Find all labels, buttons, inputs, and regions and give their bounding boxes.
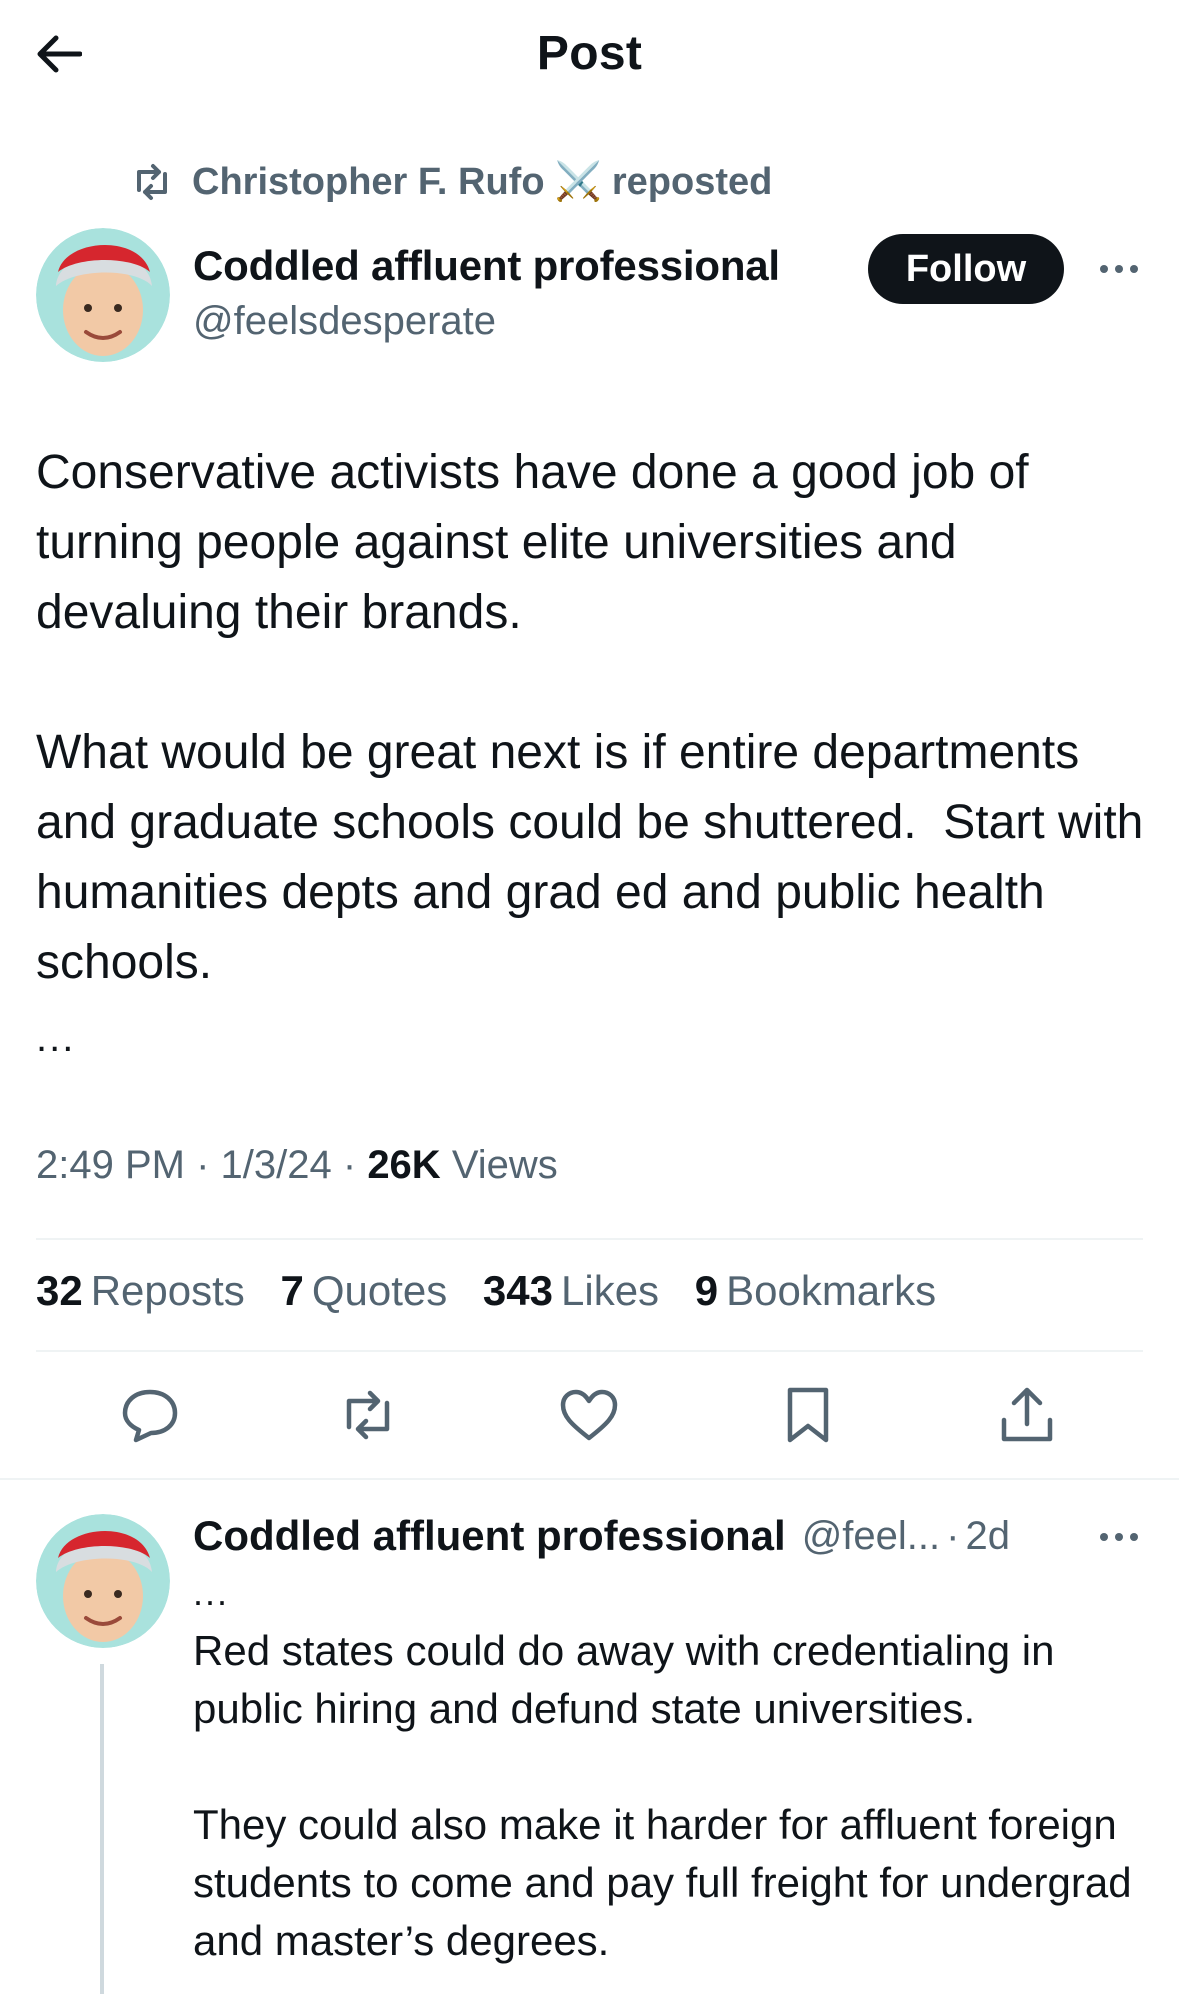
reply-truncation-ellipsis: ...	[193, 1572, 230, 1613]
reposted-label: reposted	[611, 160, 773, 203]
likes-stat[interactable]: 343 Likes	[483, 1267, 659, 1315]
like-button[interactable]	[554, 1380, 624, 1450]
divider	[36, 1238, 1143, 1240]
more-options-button[interactable]	[1088, 246, 1150, 292]
reply-body: Red states could do away with credential…	[193, 1622, 1153, 1970]
engagement-stats: 32 Reposts 7 Quotes 343 Likes 9 Bookmarks	[36, 1267, 960, 1315]
thread-line	[100, 1664, 104, 1994]
repost-button[interactable]	[333, 1380, 403, 1450]
crossed-swords-icon: ⚔️	[554, 161, 602, 203]
reply-icon	[122, 1389, 178, 1443]
reply-paragraph: Red states could do away with credential…	[193, 1627, 1067, 1732]
post-date: 1/3/24	[220, 1143, 332, 1187]
bookmarks-count: 9	[694, 1267, 719, 1314]
author-name[interactable]: Coddled affluent professional	[193, 242, 780, 290]
avatar-image	[36, 228, 170, 362]
reply-paragraph: They could also make it harder for afflu…	[193, 1801, 1144, 1964]
quotes-stat[interactable]: 7 Quotes	[280, 1267, 447, 1315]
likes-label: Likes	[561, 1267, 660, 1314]
more-icon	[1100, 265, 1138, 273]
reposts-count: 32	[36, 1267, 83, 1314]
likes-count: 343	[482, 1267, 553, 1314]
views-count: 26K	[367, 1143, 441, 1187]
separator-dot: ·	[196, 1143, 221, 1187]
share-button[interactable]	[992, 1380, 1062, 1450]
author-handle[interactable]: @feelsdesperate	[193, 299, 496, 344]
divider	[36, 1350, 1143, 1352]
views-label[interactable]: Views	[452, 1143, 558, 1187]
repost-attribution[interactable]: Christopher F. Rufo ⚔️ reposted	[130, 157, 772, 207]
bookmark-button[interactable]	[773, 1380, 843, 1450]
like-icon	[560, 1389, 618, 1441]
quotes-label: Quotes	[311, 1267, 448, 1314]
repost-icon	[346, 1390, 390, 1440]
top-bar: Post	[0, 0, 1179, 110]
reply-age[interactable]: 2d	[965, 1514, 1010, 1559]
section-divider	[0, 1478, 1179, 1480]
reply-author-handle[interactable]: @feel...	[802, 1514, 940, 1559]
post-body: Conservative activists have done a good …	[36, 438, 1146, 998]
page-title: Post	[536, 27, 643, 80]
reposts-stat[interactable]: 32 Reposts	[36, 1267, 245, 1315]
reposter-name[interactable]: Christopher F. Rufo	[192, 161, 545, 204]
reply-button[interactable]	[115, 1380, 185, 1450]
post-metadata: 2:49 PM · 1/3/24 · 26K Views	[36, 1143, 558, 1188]
share-icon	[1001, 1387, 1053, 1442]
quotes-count: 7	[280, 1267, 304, 1314]
repost-icon	[137, 164, 167, 200]
reply-avatar[interactable]	[36, 1514, 170, 1648]
separator-dot: ·	[342, 1143, 368, 1187]
bookmarks-label: Bookmarks	[726, 1267, 937, 1314]
reply-header: Coddled affluent professional @feel... ·…	[193, 1508, 1010, 1564]
action-bar	[0, 1380, 1179, 1460]
bookmark-icon	[787, 1387, 829, 1443]
more-icon	[1100, 1533, 1138, 1541]
separator-dot: ·	[946, 1513, 960, 1558]
reply-author-name[interactable]: Coddled affluent professional	[193, 1512, 786, 1560]
reposts-label: Reposts	[90, 1267, 245, 1314]
truncation-ellipsis: ...	[36, 1016, 76, 1060]
bookmarks-stat[interactable]: 9 Bookmarks	[695, 1267, 936, 1315]
avatar-image	[36, 1514, 170, 1648]
avatar[interactable]	[36, 228, 170, 362]
post-paragraph: Conservative activists have done a good …	[36, 446, 1042, 639]
post-time: 2:49 PM	[36, 1143, 185, 1187]
post-paragraph: What would be great next is if entire de…	[36, 726, 1157, 989]
follow-button[interactable]: Follow	[868, 234, 1064, 304]
reply-more-options-button[interactable]	[1088, 1514, 1150, 1560]
